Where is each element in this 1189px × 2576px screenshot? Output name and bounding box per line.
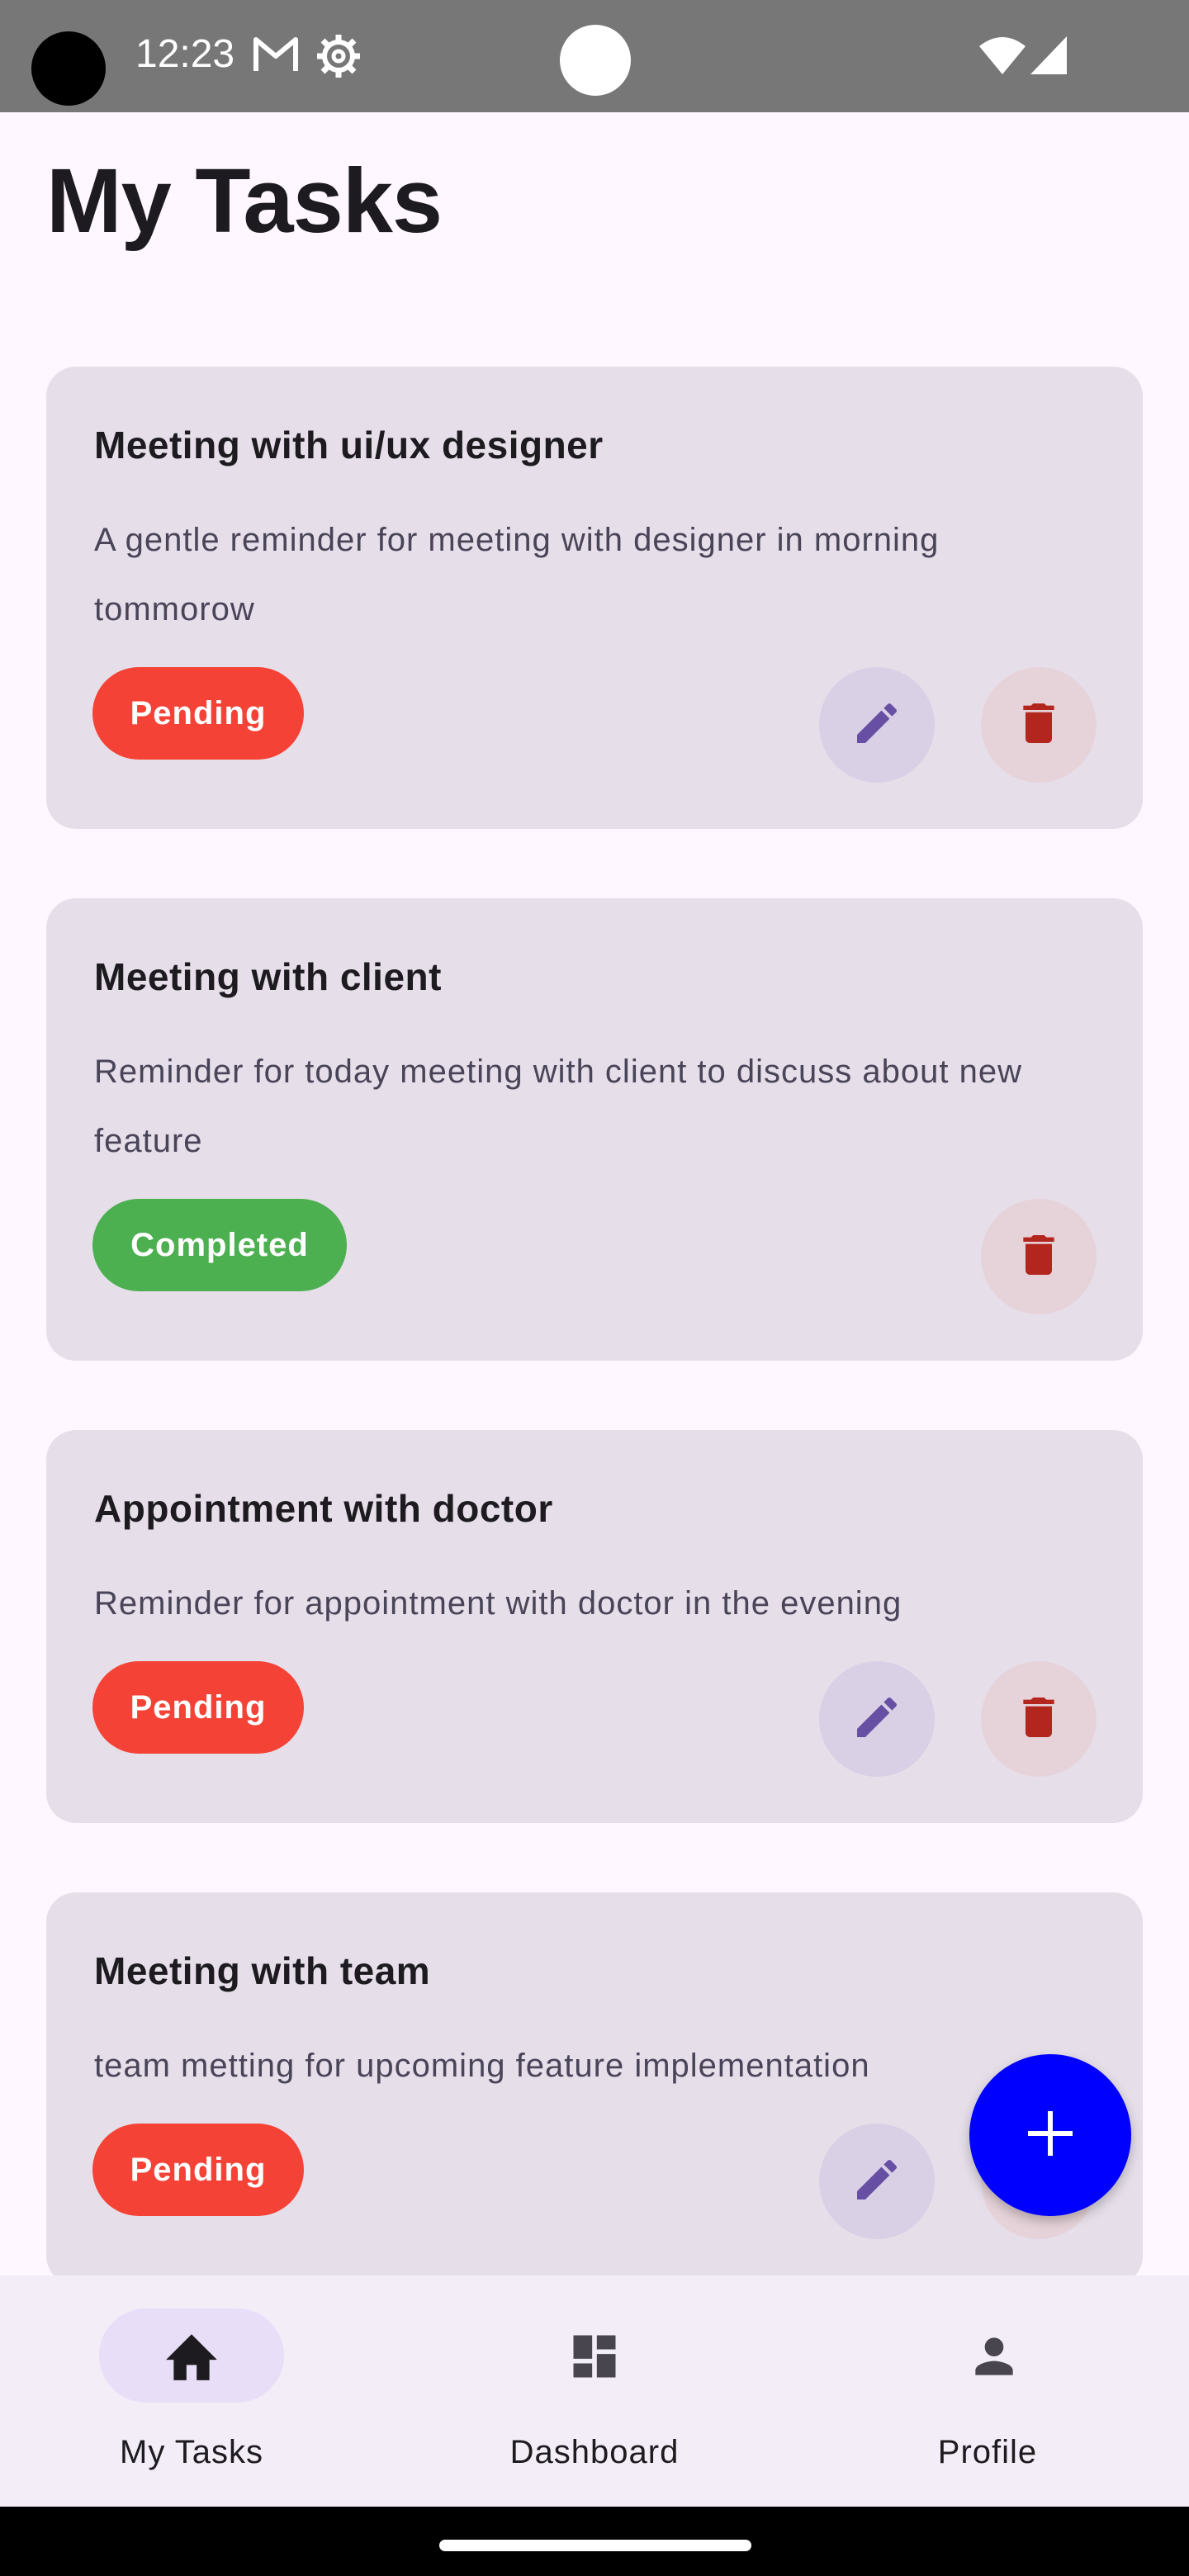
bottom-navigation: My Tasks Dashboard Profile <box>0 2275 1189 2507</box>
nav-label: My Tasks <box>120 2434 263 2470</box>
page-title: My Tasks <box>46 150 443 252</box>
task-description: A gentle reminder for meeting with desig… <box>94 522 940 627</box>
task-card[interactable]: Appointment with doctor Reminder for app… <box>46 1430 1143 1823</box>
task-description: team metting for upcoming feature implem… <box>94 2048 870 2084</box>
task-card[interactable]: Meeting with client Reminder for today m… <box>46 898 1143 1361</box>
nav-item-my-tasks[interactable]: My Tasks <box>0 2275 396 2507</box>
center-indicator <box>560 25 631 96</box>
nav-label: Dashboard <box>509 2434 680 2470</box>
gesture-navigation-bar <box>0 2507 1189 2576</box>
nav-item-profile[interactable]: Profile <box>793 2275 1189 2507</box>
task-description: Reminder for today meeting with client t… <box>94 1054 1022 1159</box>
home-icon <box>160 2327 223 2387</box>
delete-button[interactable] <box>981 667 1097 783</box>
delete-button[interactable] <box>981 1661 1097 1777</box>
task-title: Appointment with doctor <box>94 1487 553 1530</box>
task-card[interactable]: Meeting with ui/ux designer A gentle rem… <box>46 367 1143 829</box>
edit-button[interactable] <box>819 1661 935 1777</box>
signal-icon <box>1030 36 1067 78</box>
task-card[interactable]: Meeting with team team metting for upcom… <box>46 1892 1143 2285</box>
status-time: 12:23 <box>135 32 235 76</box>
task-title: Meeting with team <box>94 1949 431 1992</box>
task-description: Reminder for appointment with doctor in … <box>94 1585 902 1622</box>
wifi-icon <box>979 36 1026 78</box>
status-badge-pending: Pending <box>92 2124 304 2216</box>
status-badge-pending: Pending <box>92 667 304 760</box>
task-title: Meeting with client <box>94 955 442 998</box>
dashboard-icon <box>566 2328 623 2389</box>
edit-button[interactable] <box>819 667 935 783</box>
camera-cutout <box>31 31 106 106</box>
status-badge-completed: Completed <box>92 1199 347 1291</box>
pencil-icon <box>850 2153 903 2210</box>
trash-icon <box>1012 1229 1065 1286</box>
edit-button[interactable] <box>819 2124 935 2239</box>
pencil-icon <box>850 1691 903 1748</box>
pencil-icon <box>850 697 903 754</box>
gesture-handle[interactable] <box>439 2540 751 2551</box>
trash-icon <box>1012 1691 1065 1748</box>
gmail-icon <box>253 35 299 78</box>
nav-item-dashboard[interactable]: Dashboard <box>396 2275 793 2507</box>
add-task-button[interactable] <box>969 2054 1131 2216</box>
task-title: Meeting with ui/ux designer <box>94 424 604 466</box>
status-badge-pending: Pending <box>92 1661 304 1754</box>
person-icon <box>966 2328 1022 2389</box>
status-bar: 12:23 <box>0 0 1189 112</box>
delete-button[interactable] <box>981 1199 1097 1314</box>
nav-label: Profile <box>937 2434 1038 2470</box>
trash-icon <box>1012 697 1065 754</box>
add-icon <box>1026 2109 1075 2162</box>
settings-gear-icon <box>315 33 362 83</box>
